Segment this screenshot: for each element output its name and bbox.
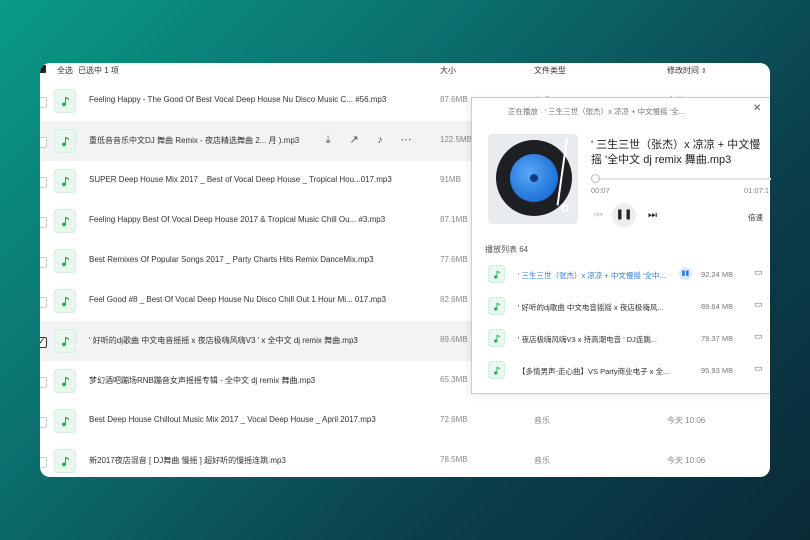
transcribe-icon[interactable]: ♪ xyxy=(373,133,387,147)
file-time: 今天 10:06 xyxy=(667,456,706,465)
pause-button[interactable]: ❚❚ xyxy=(612,203,636,227)
row-actions: ⤓ ↗ ♪ ⋯ xyxy=(321,133,413,147)
file-size: 65.3MB xyxy=(440,375,468,384)
list-header: 全选 已选中 1 项 大小 文件类型 修改时间 ⇕ xyxy=(40,63,770,77)
file-name[interactable]: SUPER Deep House Mix 2017 _ Best of Voca… xyxy=(89,175,392,184)
file-name[interactable]: Best Deep House Chillout Music Mix 2017 … xyxy=(89,415,376,424)
more-icon[interactable]: ⋯ xyxy=(399,133,413,147)
tonearm-head xyxy=(561,204,569,212)
playlist-item-size: 92.24 MB xyxy=(701,270,734,279)
previous-icon[interactable]: ⏮ xyxy=(594,210,603,221)
music-note-icon xyxy=(54,369,76,393)
selected-count: 已选中 1 项 xyxy=(78,66,119,75)
row-checkbox[interactable] xyxy=(40,137,47,148)
file-name[interactable]: 梦幻酒吧蹦场RNB蹦音女声摇摇专辑 - 全中文 dj remix 舞曲.mp3 xyxy=(89,375,315,386)
song-title: ' 三生三世（张杰）x 凉凉 + 中文慢摇 '全中文 dj remix 舞曲.m… xyxy=(591,139,761,166)
music-note-icon xyxy=(54,449,76,473)
file-size: 72.6MB xyxy=(440,415,468,424)
file-size: 82.6MB xyxy=(440,295,468,304)
column-type[interactable]: 文件类型 xyxy=(534,65,566,76)
music-note-icon xyxy=(54,129,76,153)
row-checkbox[interactable] xyxy=(40,457,47,468)
music-player: 正在播放 · ' 三生三世（张杰）x 凉凉 + 中文慢摇 '全... ✕ ' 三… xyxy=(471,97,771,394)
playlist-item-name[interactable]: ' 好听的dj歌曲 中文电音摇摇 x 夜店极嗨风... xyxy=(518,302,673,313)
file-name[interactable]: Best Remixes Of Popular Songs 2017 _ Par… xyxy=(89,255,374,264)
playlist-item[interactable]: ' 夜店极嗨风嗨V3 x 持高潮电音 ' DJ连跳... 79.37 MB ▭ xyxy=(472,322,771,354)
time-current: 00:07 xyxy=(591,186,610,195)
column-size[interactable]: 大小 xyxy=(440,65,456,76)
column-time[interactable]: 修改时间 ⇕ xyxy=(667,65,707,76)
music-note-icon xyxy=(54,329,76,353)
row-checkbox[interactable] xyxy=(40,336,47,348)
music-note-icon xyxy=(488,265,505,283)
speed-button[interactable]: 倍速 xyxy=(748,212,763,223)
music-note-icon xyxy=(54,409,76,433)
file-size: 91MB xyxy=(440,175,461,184)
playlist-item[interactable]: ' 三生三世（张杰）x 凉凉 + 中文慢摇 '全中... ▮▮ 92.24 MB… xyxy=(472,258,771,290)
file-type: 音乐 xyxy=(534,456,550,465)
playlist-item-size: 95.93 MB xyxy=(701,366,734,375)
music-note-icon xyxy=(54,169,76,193)
file-size: 87.6MB xyxy=(440,95,468,104)
file-name[interactable]: Feel Good #8 _ Best Of Vocal Deep House … xyxy=(89,295,386,304)
file-size: 89.6MB xyxy=(440,335,468,344)
row-checkbox[interactable] xyxy=(40,297,47,308)
select-all-label[interactable]: 全选 xyxy=(57,65,73,76)
share-icon[interactable]: ↗ xyxy=(347,133,361,147)
playlist-item-size: 89.64 MB xyxy=(701,302,734,311)
file-size: 122.5MB xyxy=(440,135,473,144)
select-all-checkbox[interactable] xyxy=(40,65,46,73)
file-name[interactable]: Feeling Happy - The Good Of Best Vocal D… xyxy=(89,95,386,104)
row-checkbox[interactable] xyxy=(40,177,47,188)
playlist-item-size: 79.37 MB xyxy=(701,334,734,343)
download-icon[interactable]: ⤓ xyxy=(321,133,335,147)
playlist-item-name[interactable]: 【多情男声-走心曲】VS Party商业电子 x 全... xyxy=(518,366,673,377)
row-checkbox[interactable] xyxy=(40,377,47,388)
file-row[interactable]: 新2017夜店混音 [ DJ舞曲 慢摇 ] 超好听的慢摇连跳.mp3 78.5M… xyxy=(40,441,770,477)
playlist-header: 播放列表 64 xyxy=(485,245,529,254)
playlist-item-name[interactable]: ' 夜店极嗨风嗨V3 x 持高潮电音 ' DJ连跳... xyxy=(518,334,673,345)
sort-icon[interactable]: ⇕ xyxy=(701,68,707,75)
file-size: 78.5MB xyxy=(440,455,468,464)
music-note-icon xyxy=(54,209,76,233)
time-total: 01:07:1 xyxy=(744,186,770,195)
file-time: 今天 10:06 xyxy=(667,416,706,425)
row-checkbox[interactable] xyxy=(40,97,47,108)
player-title-bar: 正在播放 · ' 三生三世（张杰）x 凉凉 + 中文慢摇 '全... ✕ xyxy=(472,98,771,120)
progress-handle[interactable] xyxy=(591,174,600,183)
column-time-label: 修改时间 xyxy=(667,66,699,75)
progress-bar[interactable] xyxy=(591,178,771,180)
file-name[interactable]: 新2017夜店混音 [ DJ舞曲 慢摇 ] 超好听的慢摇连跳.mp3 xyxy=(89,455,286,466)
row-checkbox[interactable] xyxy=(40,217,47,228)
row-checkbox[interactable] xyxy=(40,417,47,428)
folder-icon[interactable]: ▭ xyxy=(754,363,763,374)
next-icon[interactable]: ⏭ xyxy=(648,210,657,221)
file-size: 77.6MB xyxy=(440,255,468,264)
playlist: ' 三生三世（张杰）x 凉凉 + 中文慢摇 '全中... ▮▮ 92.24 MB… xyxy=(472,258,771,386)
now-playing-label: 正在播放 · ' 三生三世（张杰）x 凉凉 + 中文慢摇 '全... xyxy=(508,107,685,116)
music-note-icon xyxy=(488,361,505,379)
album-cover xyxy=(488,134,578,224)
folder-icon[interactable]: ▭ xyxy=(754,331,763,342)
row-checkbox[interactable] xyxy=(40,257,47,268)
music-note-icon xyxy=(54,89,76,113)
folder-icon[interactable]: ▭ xyxy=(754,299,763,310)
file-type: 音乐 xyxy=(534,416,550,425)
music-note-icon xyxy=(488,329,505,347)
music-note-icon xyxy=(54,249,76,273)
file-row[interactable]: Best Deep House Chillout Music Mix 2017 … xyxy=(40,401,770,441)
close-icon[interactable]: ✕ xyxy=(753,103,761,114)
playlist-item-name[interactable]: ' 三生三世（张杰）x 凉凉 + 中文慢摇 '全中... xyxy=(518,270,673,281)
file-name[interactable]: ' 好听的dj歌曲 中文电音摇摇 x 夜店极嗨风嗨V3 ' x 全中文 dj r… xyxy=(89,335,358,346)
file-size: 87.1MB xyxy=(440,215,468,224)
playlist-item[interactable]: 【多情男声-走心曲】VS Party商业电子 x 全... 95.93 MB ▭ xyxy=(472,354,771,386)
equalizer-icon: ▮▮ xyxy=(679,267,692,280)
playlist-item[interactable]: ' 好听的dj歌曲 中文电音摇摇 x 夜店极嗨风... 89.64 MB ▭ xyxy=(472,290,771,322)
file-name[interactable]: 重低音音乐中文DJ 舞曲 Remix - 夜店精选舞曲 2... 月 ).mp3 xyxy=(89,135,299,146)
music-note-icon xyxy=(488,297,505,315)
file-name[interactable]: Feeling Happy Best Of Vocal Deep House 2… xyxy=(89,215,385,224)
music-note-icon xyxy=(54,289,76,313)
folder-icon[interactable]: ▭ xyxy=(754,267,763,278)
